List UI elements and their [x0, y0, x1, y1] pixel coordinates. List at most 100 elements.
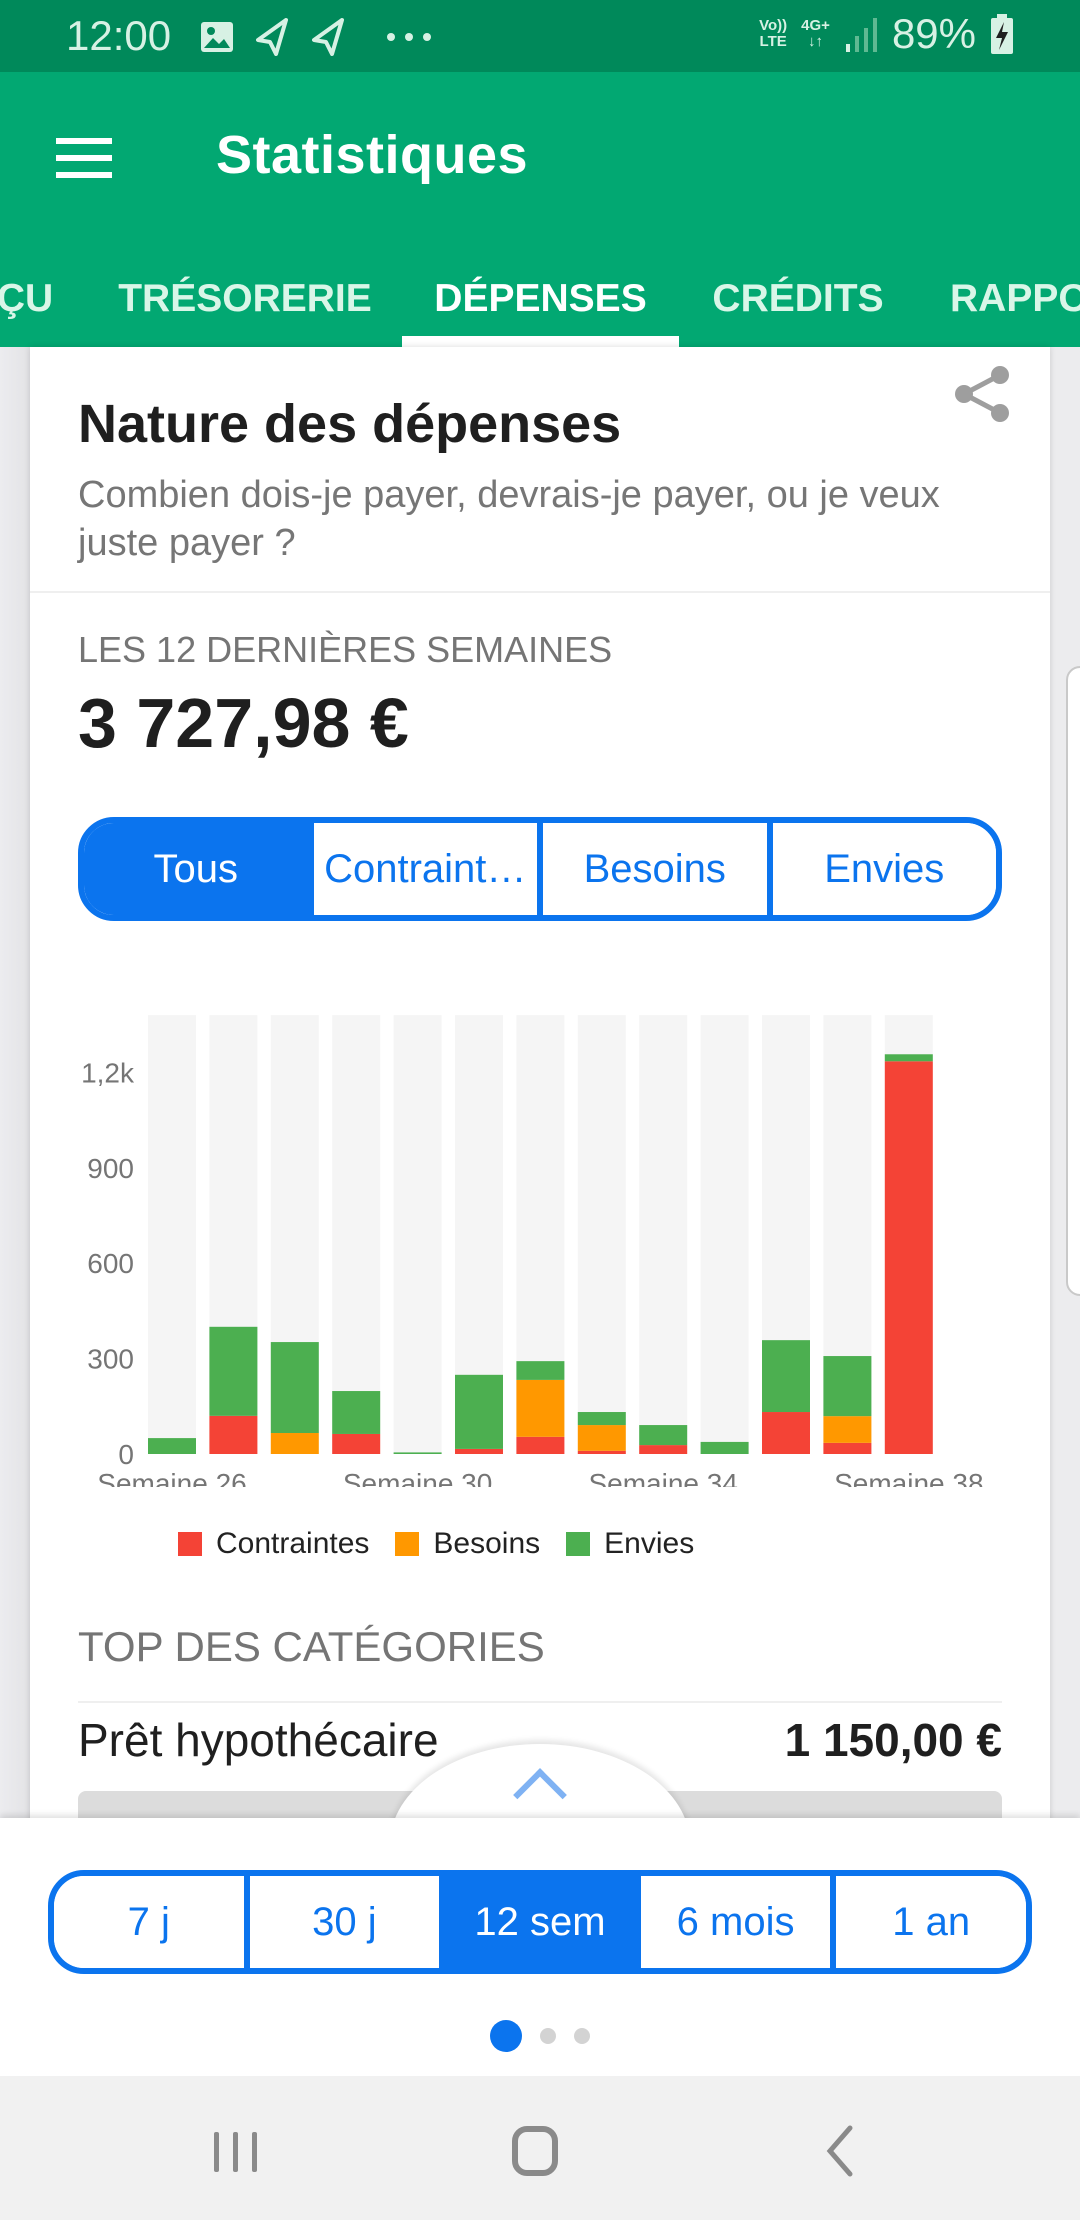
range-6-months-button[interactable]: 6 mois: [634, 1876, 831, 1968]
x-tick-label: Semaine 26: [97, 1468, 246, 1487]
page-indicator: [0, 2020, 1080, 2052]
bar-segment-envies: [762, 1340, 810, 1413]
active-tab-indicator: [402, 336, 679, 347]
next-card-edge[interactable]: [1066, 666, 1080, 1296]
tab-tresorerie[interactable]: TRÉSORERIE: [110, 250, 380, 347]
legend-item-envies: Envies: [566, 1527, 694, 1561]
bar-segment-envies: [516, 1361, 565, 1380]
x-tick-label: Semaine 34: [588, 1468, 737, 1487]
bar-segment-envies: [209, 1326, 258, 1416]
y-tick-label: 1,2k: [81, 1057, 135, 1088]
chart-legend: Contraintes Besoins Envies: [178, 1527, 694, 1561]
filter-contraintes-button[interactable]: Contraint…: [307, 823, 537, 915]
range-1-year-button[interactable]: 1 an: [830, 1876, 1026, 1968]
bar-background: [639, 1015, 688, 1454]
app-bar: Statistiques ÇU TRÉSORERIE DÉPENSES CRÉD…: [0, 72, 1080, 347]
y-tick-label: 0: [118, 1439, 134, 1470]
hamburger-menu-icon[interactable]: [50, 128, 118, 188]
legend-swatch-contraintes: [178, 1532, 202, 1556]
bar-segment-besoins: [823, 1416, 872, 1443]
range-12-weeks-button[interactable]: 12 sem: [439, 1876, 635, 1968]
expense-type-filter: Tous Contraint… Besoins Envies: [78, 817, 1002, 921]
tab-bar: ÇU TRÉSORERIE DÉPENSES CRÉDITS RAPPO: [0, 250, 1080, 347]
app-title: Statistiques: [216, 125, 529, 185]
filter-besoins-button[interactable]: Besoins: [537, 823, 767, 915]
previous-card-edge: [0, 347, 30, 1847]
data-indicator: 4G+ ↓↑: [801, 17, 830, 50]
bar-segment-contraintes: [332, 1433, 381, 1454]
tab-rapports[interactable]: RAPPO: [950, 250, 1080, 347]
bar-segment-besoins: [577, 1425, 626, 1451]
bar-segment-envies: [700, 1441, 749, 1454]
x-tick-label: Semaine 30: [343, 1468, 492, 1487]
stacked-bar-chart: 0 300 600 900 1,2k Semaine 26 Semaine 30 Semain…: [81, 1015, 984, 1487]
bar-background: [700, 1015, 749, 1454]
bar-segment-contraintes: [884, 1061, 933, 1454]
signal-icon: [845, 18, 877, 52]
y-tick-label: 600: [87, 1248, 134, 1279]
page-dot[interactable]: [490, 2020, 522, 2052]
chevron-up-icon: [513, 1768, 567, 1822]
bar-background: [577, 1015, 626, 1454]
filter-all-button[interactable]: Tous: [84, 823, 308, 915]
bar-segment-contraintes: [516, 1436, 565, 1454]
page-dot[interactable]: [574, 2028, 590, 2044]
share-icon[interactable]: [948, 361, 1014, 427]
total-amount: 3 727,98 €: [78, 684, 409, 762]
legend-item-contraintes: Contraintes: [178, 1527, 369, 1561]
bar-segment-besoins: [516, 1379, 565, 1437]
image-icon: [201, 22, 233, 52]
bar-segment-envies: [270, 1342, 319, 1434]
x-tick-label: Semaine 38: [834, 1468, 983, 1487]
send-icon: [312, 18, 344, 56]
bar-segment-contraintes: [639, 1445, 688, 1454]
top-categories-label: TOP DES CATÉGORIES: [78, 1623, 545, 1670]
period-label: LES 12 DERNIÈRES SEMAINES: [78, 629, 613, 670]
volte-indicator: Vo)) LTE: [759, 17, 788, 50]
bar-background: [332, 1015, 381, 1454]
legend-swatch-besoins: [395, 1532, 420, 1556]
legend-item-besoins: Besoins: [395, 1527, 540, 1561]
bar-segment-envies: [639, 1425, 688, 1446]
back-icon[interactable]: [800, 2116, 880, 2186]
card-subtitle: Combien dois-je payer, devrais-je payer,…: [78, 474, 940, 564]
time-range-selector: 7 j 30 j 12 sem 6 mois 1 an: [48, 1870, 1032, 1974]
divider: [78, 1701, 1002, 1703]
tab-apercu[interactable]: ÇU: [0, 250, 60, 347]
bar-background: [148, 1015, 196, 1454]
filter-envies-button[interactable]: Envies: [766, 823, 996, 915]
bar-segment-contraintes: [762, 1412, 810, 1454]
status-time: 12:00: [66, 12, 172, 59]
category-name[interactable]: Prêt hypothécaire: [78, 1713, 439, 1767]
card-title: Nature des dépenses: [78, 394, 622, 454]
range-30-days-button[interactable]: 30 j: [243, 1876, 440, 1968]
category-amount: 1 150,00 €: [784, 1714, 1002, 1766]
battery-percent: 89%: [891, 10, 976, 57]
recents-icon[interactable]: [196, 2116, 276, 2186]
divider: [30, 591, 1050, 593]
system-nav-bar: [0, 2076, 1080, 2220]
bar-segment-contraintes: [823, 1442, 872, 1454]
send-icon: [256, 18, 288, 56]
bar-segment-envies: [823, 1356, 872, 1417]
page-dot[interactable]: [540, 2028, 556, 2044]
bar-segment-envies: [148, 1438, 196, 1454]
bar-segment-besoins: [270, 1433, 319, 1454]
bar-segment-envies: [455, 1374, 503, 1449]
expense-nature-card: Nature des dépenses Combien dois-je paye…: [30, 347, 1050, 1847]
bar-background: [393, 1015, 442, 1454]
status-bar: 12:00 Vo)) LTE 4G+ ↓↑ 89%: [0, 0, 1080, 72]
tab-depenses[interactable]: DÉPENSES: [402, 250, 679, 347]
y-tick-label: 300: [87, 1344, 134, 1375]
bar-segment-envies: [577, 1412, 626, 1426]
bar-segment-contraintes: [577, 1450, 626, 1454]
more-icon: [387, 33, 431, 41]
bar-segment-contraintes: [209, 1415, 258, 1454]
battery-charging-icon: [991, 14, 1013, 54]
home-icon[interactable]: [495, 2116, 575, 2186]
tab-credits[interactable]: CRÉDITS: [690, 250, 906, 347]
y-tick-label: 900: [87, 1153, 134, 1184]
bar-segment-envies: [393, 1452, 442, 1454]
bar-segment-contraintes: [455, 1448, 503, 1454]
range-7-days-button[interactable]: 7 j: [54, 1876, 244, 1968]
